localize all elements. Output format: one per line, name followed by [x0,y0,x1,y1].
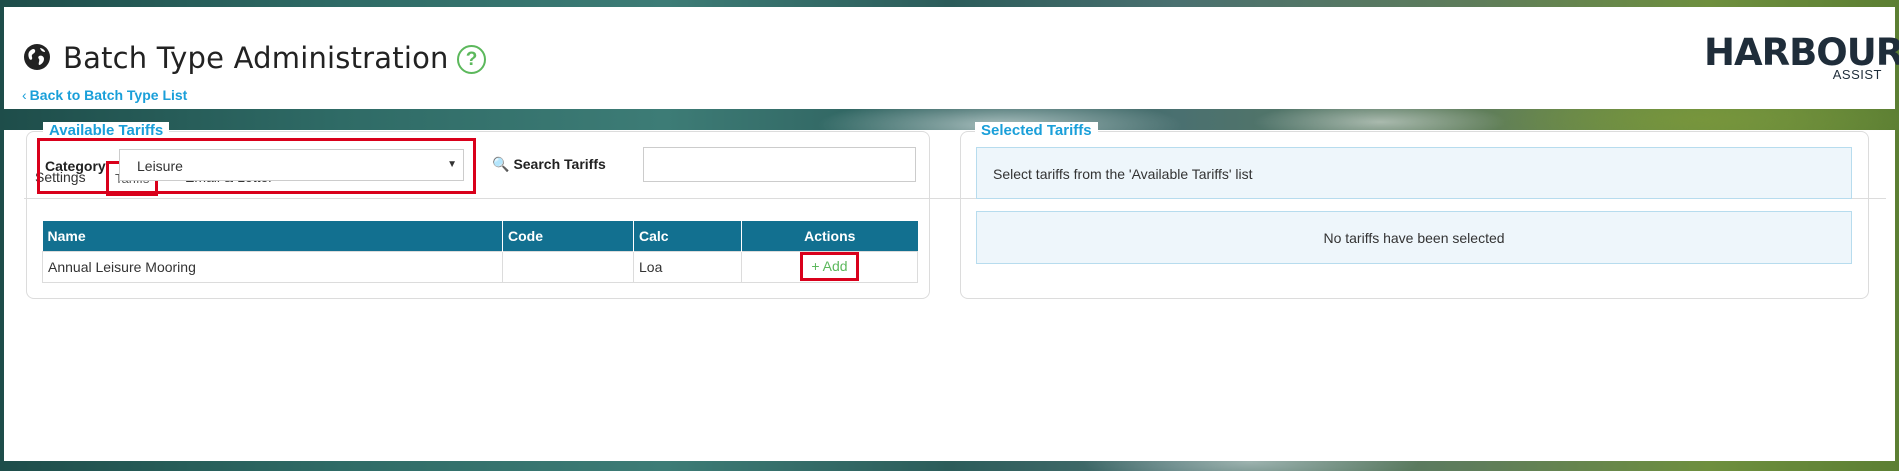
chevron-left-icon: ‹ [22,87,27,103]
category-selected-value: Leisure [137,158,183,174]
tariff-calc-cell: Loa [633,250,742,283]
page-title: Batch Type Administration [63,41,449,75]
tariff-code-cell [502,250,634,283]
help-circle-icon[interactable]: ? [457,45,486,74]
table-header-row: Name Code Calc Actions [42,221,918,251]
category-highlight: Category Leisure ▼ [37,138,476,194]
header-card: Batch Type Administration ? ‹ Back to Bat… [4,7,1899,109]
magnifier-icon: 🔍 [492,156,510,172]
category-label: Category [45,158,106,174]
back-to-list-link[interactable]: ‹ Back to Batch Type List [22,87,187,103]
tariff-actions-cell: + Add [741,250,918,283]
harbour-assist-logo: HARBOUR ASSIST [1704,27,1899,83]
category-select[interactable]: Leisure ▼ [119,149,464,181]
no-selection-message: No tariffs have been selected [976,211,1852,264]
column-header-calc[interactable]: Calc [633,221,742,251]
logo-sub-text: ASSIST [1832,67,1882,82]
column-header-actions: Actions [741,221,918,251]
column-header-code[interactable]: Code [502,221,634,251]
search-tariffs-input[interactable] [643,147,916,182]
column-header-name[interactable]: Name [42,221,503,251]
search-tariffs-text: Search Tariffs [513,156,606,172]
back-link-label: Back to Batch Type List [29,87,188,103]
search-tariffs-label: 🔍 Search Tariffs [492,156,606,173]
add-tariff-button[interactable]: + Add [800,252,859,281]
selected-tariffs-legend: Selected Tariffs [975,122,1098,139]
selected-info-message: Select tariffs from the 'Available Tarif… [976,147,1852,199]
globe-icon [24,44,50,70]
table-row: Annual Leisure Mooring Loa + Add [42,250,918,283]
available-tariffs-table: Name Code Calc Actions Annual Leisure Mo… [42,221,918,283]
available-tariffs-legend: Available Tariffs [43,122,170,139]
caret-down-icon: ▼ [447,159,457,170]
tariff-name-cell: Annual Leisure Mooring [42,250,503,283]
